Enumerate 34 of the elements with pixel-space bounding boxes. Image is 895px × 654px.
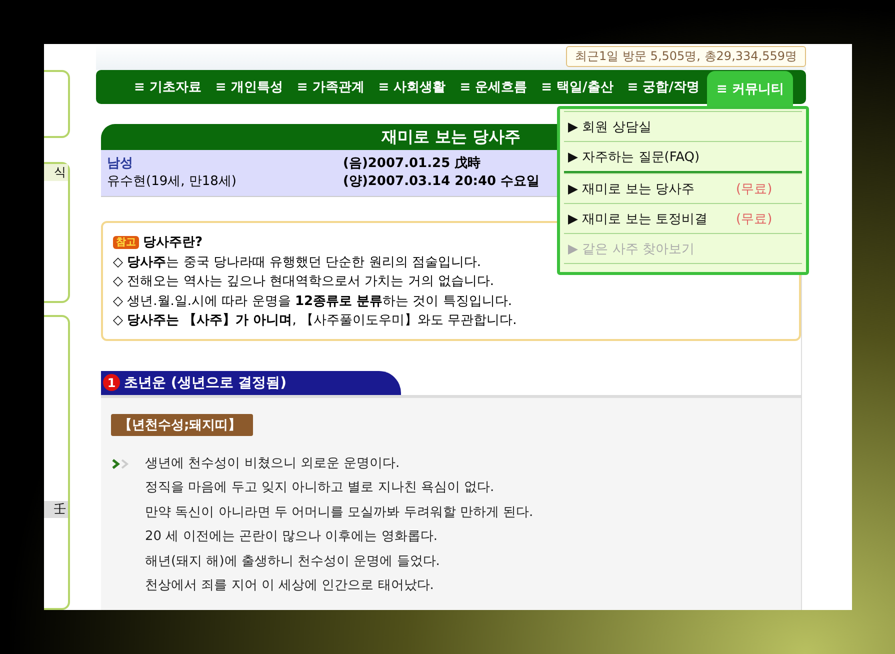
menu-item[interactable]: ▶ 재미로 보는 당사주 — [564, 180, 736, 198]
note-line: ◇ 생년.월.일.시에 따라 운명을 12종류로 분류하는 것이 특징입니다. — [113, 292, 513, 310]
nav-tab[interactable]: ≡ 개인특성 — [209, 70, 289, 104]
nav-tab[interactable]: ≡ 운세흐름 — [454, 70, 534, 104]
free-label: (무료) — [736, 210, 772, 228]
fortune-line: 정직을 마음에 두고 잊지 아니하고 별로 지나친 욕심이 없다. — [145, 479, 496, 497]
note-heading: 당사주란? — [143, 234, 203, 252]
fortune-line: 천상에서 죄를 지어 이 세상에 인간으로 태어났다. — [145, 577, 435, 595]
nav-tab[interactable]: ≡ 궁합/작명 — [621, 70, 706, 104]
lunar-date: (음)2007.01.25 戊時 — [343, 155, 481, 173]
fortune-line: 생년에 천수성이 비쳤으니 외로운 운명이다. — [145, 454, 401, 472]
nav-tab[interactable]: ≡ 가족관계 — [290, 70, 370, 104]
gender-text: 남성 — [107, 155, 133, 173]
nav-tab[interactable]: ≡ 기초자료 — [128, 70, 208, 104]
nav-tab[interactable]: ≡ 택일/출산 — [535, 70, 620, 104]
number-badge: 1 — [103, 374, 120, 391]
tag-label: 【년천수성;돼지띠】 — [111, 414, 254, 436]
sidebar-text: 壬 — [44, 501, 68, 518]
note-line: ◇ 당사주는 【사주】가 아니며, 【사주풀이도우미】와도 무관합니다. — [113, 312, 518, 330]
name-age-text: 유수현(19세, 만18세) — [107, 173, 236, 191]
note-line: ◇ 전해오는 역사는 깊으나 현대역학으로서 가치는 거의 없습니다. — [113, 273, 496, 291]
nav-tab[interactable]: ≡ 사회생활 — [372, 70, 452, 104]
solar-date: (양)2007.03.14 20:40 수요일 — [343, 173, 540, 191]
menu-item[interactable]: ▶ 재미로 보는 토정비결 — [564, 210, 736, 228]
fortune-line: 만약 독신이 아니라면 두 어머니를 모실까봐 두려워할 만하게 된다. — [145, 504, 534, 522]
visitor-counter: 최근1일 방문 5,505명, 총29,334,559명 — [566, 46, 806, 67]
fortune-line: 해년(돼지 해)에 출생하니 천수성이 운명에 들었다. — [145, 552, 441, 570]
note-line: ◇ 당사주는 중국 당나라때 유행했던 단순한 원리의 점술입니다. — [113, 254, 482, 272]
fortune-line: 20 세 이전에는 곤란이 많으나 이후에는 영화롭다. — [145, 528, 438, 546]
menu-item[interactable]: ▶ 자주하는 질문(FAQ) — [564, 148, 736, 166]
free-label: (무료) — [736, 180, 772, 198]
note-badge: 참고 — [113, 236, 139, 250]
section-title: 초년운 (생년으로 결정됨) — [124, 374, 287, 392]
sidebar-text: 식 — [44, 164, 68, 182]
